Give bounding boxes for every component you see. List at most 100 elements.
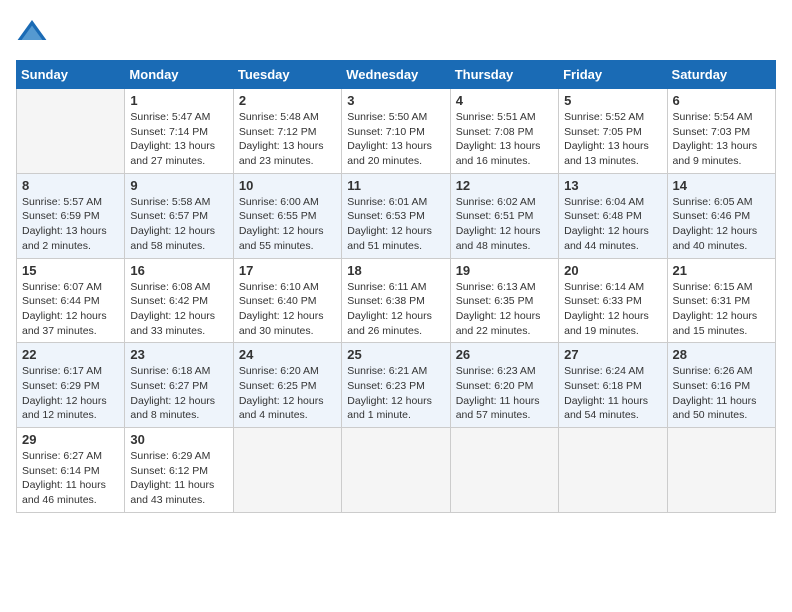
day-info: Sunrise: 6:15 AMSunset: 6:31 PMDaylight:… <box>673 280 770 339</box>
day-cell-8: 8 Sunrise: 5:57 AMSunset: 6:59 PMDaylight… <box>17 173 125 258</box>
day-number: 10 <box>239 178 336 193</box>
day-cell-2: 2 Sunrise: 5:48 AMSunset: 7:12 PMDaylight… <box>233 89 341 174</box>
day-cell-26: 26Sunrise: 6:23 AMSunset: 6:20 PMDayligh… <box>450 343 558 428</box>
logo-icon <box>16 16 48 48</box>
day-number: 18 <box>347 263 444 278</box>
day-info: Sunrise: 6:04 AMSunset: 6:48 PMDaylight:… <box>564 195 661 254</box>
day-cell-11: 11 Sunrise: 6:01 AMSunset: 6:53 PMDayligh… <box>342 173 450 258</box>
day-info: Sunrise: 6:18 AMSunset: 6:27 PMDaylight:… <box>130 364 227 423</box>
day-cell-30: 30 Sunrise: 6:29 AMSunset: 6:12 PMDayligh… <box>125 428 233 513</box>
day-info: Sunrise: 5:57 AMSunset: 6:59 PMDaylight:… <box>22 195 119 254</box>
week-row-5: 29Sunrise: 6:27 AMSunset: 6:14 PMDayligh… <box>17 428 776 513</box>
day-number: 25 <box>347 347 444 362</box>
day-cell-29: 29Sunrise: 6:27 AMSunset: 6:14 PMDayligh… <box>17 428 125 513</box>
day-number: 16 <box>130 263 227 278</box>
day-cell-25: 25 Sunrise: 6:21 AMSunset: 6:23 PMDayligh… <box>342 343 450 428</box>
col-header-sunday: Sunday <box>17 61 125 89</box>
day-cell-4: 4 Sunrise: 5:51 AMSunset: 7:08 PMDaylight… <box>450 89 558 174</box>
day-info: Sunrise: 6:07 AMSunset: 6:44 PMDaylight:… <box>22 280 119 339</box>
day-info: Sunrise: 6:27 AMSunset: 6:14 PMDaylight:… <box>22 449 119 508</box>
day-number: 27 <box>564 347 661 362</box>
day-info: Sunrise: 5:50 AMSunset: 7:10 PMDaylight:… <box>347 110 444 169</box>
day-info: Sunrise: 5:58 AMSunset: 6:57 PMDaylight:… <box>130 195 227 254</box>
day-info: Sunrise: 6:08 AMSunset: 6:42 PMDaylight:… <box>130 280 227 339</box>
day-number: 22 <box>22 347 119 362</box>
day-cell-23: 23 Sunrise: 6:18 AMSunset: 6:27 PMDayligh… <box>125 343 233 428</box>
col-header-wednesday: Wednesday <box>342 61 450 89</box>
empty-cell <box>559 428 667 513</box>
day-number: 15 <box>22 263 119 278</box>
day-cell-22: 22 Sunrise: 6:17 AMSunset: 6:29 PMDayligh… <box>17 343 125 428</box>
calendar-table: SundayMondayTuesdayWednesdayThursdayFrid… <box>16 60 776 513</box>
day-info: Sunrise: 6:17 AMSunset: 6:29 PMDaylight:… <box>22 364 119 423</box>
day-info: Sunrise: 6:02 AMSunset: 6:51 PMDaylight:… <box>456 195 553 254</box>
day-cell-28: 28 Sunrise: 6:26 AMSunset: 6:16 PMDayligh… <box>667 343 775 428</box>
day-cell-3: 3 Sunrise: 5:50 AMSunset: 7:10 PMDaylight… <box>342 89 450 174</box>
week-row-3: 15 Sunrise: 6:07 AMSunset: 6:44 PMDayligh… <box>17 258 776 343</box>
week-row-2: 8 Sunrise: 5:57 AMSunset: 6:59 PMDaylight… <box>17 173 776 258</box>
empty-cell <box>450 428 558 513</box>
col-header-thursday: Thursday <box>450 61 558 89</box>
page-header <box>16 16 776 48</box>
day-number: 30 <box>130 432 227 447</box>
day-number: 14 <box>673 178 770 193</box>
day-number: 28 <box>673 347 770 362</box>
day-cell-1: 1Sunrise: 5:47 AMSunset: 7:14 PMDaylight… <box>125 89 233 174</box>
day-info: Sunrise: 6:01 AMSunset: 6:53 PMDaylight:… <box>347 195 444 254</box>
col-header-friday: Friday <box>559 61 667 89</box>
day-number: 20 <box>564 263 661 278</box>
empty-cell <box>342 428 450 513</box>
day-number: 11 <box>347 178 444 193</box>
empty-cell <box>233 428 341 513</box>
day-number: 23 <box>130 347 227 362</box>
day-info: Sunrise: 5:48 AMSunset: 7:12 PMDaylight:… <box>239 110 336 169</box>
day-number: 12 <box>456 178 553 193</box>
day-cell-14: 14 Sunrise: 6:05 AMSunset: 6:46 PMDayligh… <box>667 173 775 258</box>
day-cell-6: 6Sunrise: 5:54 AMSunset: 7:03 PMDaylight… <box>667 89 775 174</box>
day-info: Sunrise: 6:05 AMSunset: 6:46 PMDaylight:… <box>673 195 770 254</box>
day-number: 1 <box>130 93 227 108</box>
day-number: 8 <box>22 178 119 193</box>
week-row-1: 1Sunrise: 5:47 AMSunset: 7:14 PMDaylight… <box>17 89 776 174</box>
day-info: Sunrise: 6:29 AMSunset: 6:12 PMDaylight:… <box>130 449 227 508</box>
day-number: 5 <box>564 93 661 108</box>
day-info: Sunrise: 6:24 AMSunset: 6:18 PMDaylight:… <box>564 364 661 423</box>
day-cell-19: 19Sunrise: 6:13 AMSunset: 6:35 PMDayligh… <box>450 258 558 343</box>
day-info: Sunrise: 6:14 AMSunset: 6:33 PMDaylight:… <box>564 280 661 339</box>
day-info: Sunrise: 6:00 AMSunset: 6:55 PMDaylight:… <box>239 195 336 254</box>
day-number: 24 <box>239 347 336 362</box>
day-number: 19 <box>456 263 553 278</box>
col-header-monday: Monday <box>125 61 233 89</box>
day-number: 21 <box>673 263 770 278</box>
day-info: Sunrise: 6:21 AMSunset: 6:23 PMDaylight:… <box>347 364 444 423</box>
day-cell-9: 9Sunrise: 5:58 AMSunset: 6:57 PMDaylight… <box>125 173 233 258</box>
day-cell-15: 15 Sunrise: 6:07 AMSunset: 6:44 PMDayligh… <box>17 258 125 343</box>
day-info: Sunrise: 6:26 AMSunset: 6:16 PMDaylight:… <box>673 364 770 423</box>
col-header-tuesday: Tuesday <box>233 61 341 89</box>
week-row-4: 22 Sunrise: 6:17 AMSunset: 6:29 PMDayligh… <box>17 343 776 428</box>
day-cell-18: 18 Sunrise: 6:11 AMSunset: 6:38 PMDayligh… <box>342 258 450 343</box>
day-info: Sunrise: 6:10 AMSunset: 6:40 PMDaylight:… <box>239 280 336 339</box>
empty-cell <box>667 428 775 513</box>
day-number: 17 <box>239 263 336 278</box>
day-cell-24: 24 Sunrise: 6:20 AMSunset: 6:25 PMDayligh… <box>233 343 341 428</box>
day-number: 4 <box>456 93 553 108</box>
day-number: 13 <box>564 178 661 193</box>
day-cell-21: 21 Sunrise: 6:15 AMSunset: 6:31 PMDayligh… <box>667 258 775 343</box>
day-cell-20: 20 Sunrise: 6:14 AMSunset: 6:33 PMDayligh… <box>559 258 667 343</box>
day-info: Sunrise: 5:51 AMSunset: 7:08 PMDaylight:… <box>456 110 553 169</box>
day-cell-27: 27 Sunrise: 6:24 AMSunset: 6:18 PMDayligh… <box>559 343 667 428</box>
logo <box>16 16 52 48</box>
day-number: 6 <box>673 93 770 108</box>
day-number: 3 <box>347 93 444 108</box>
day-cell-16: 16 Sunrise: 6:08 AMSunset: 6:42 PMDayligh… <box>125 258 233 343</box>
day-cell-17: 17 Sunrise: 6:10 AMSunset: 6:40 PMDayligh… <box>233 258 341 343</box>
day-info: Sunrise: 6:11 AMSunset: 6:38 PMDaylight:… <box>347 280 444 339</box>
day-number: 2 <box>239 93 336 108</box>
day-cell-10: 10 Sunrise: 6:00 AMSunset: 6:55 PMDayligh… <box>233 173 341 258</box>
col-header-saturday: Saturday <box>667 61 775 89</box>
day-cell-13: 13 Sunrise: 6:04 AMSunset: 6:48 PMDayligh… <box>559 173 667 258</box>
empty-cell <box>17 89 125 174</box>
calendar-header-row: SundayMondayTuesdayWednesdayThursdayFrid… <box>17 61 776 89</box>
day-info: Sunrise: 6:20 AMSunset: 6:25 PMDaylight:… <box>239 364 336 423</box>
